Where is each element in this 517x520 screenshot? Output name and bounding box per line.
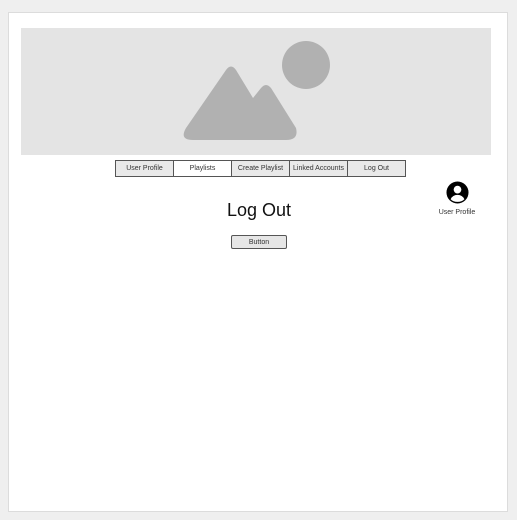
nav-item-create-playlist[interactable]: Create Playlist xyxy=(231,160,290,177)
account-circle-icon xyxy=(445,181,469,204)
nav-item-playlists[interactable]: Playlists xyxy=(173,160,232,177)
log-out-button[interactable]: Button xyxy=(231,235,287,249)
nav-item-user-profile[interactable]: User Profile xyxy=(115,160,174,177)
hero-image-placeholder xyxy=(21,28,491,155)
user-profile-label: User Profile xyxy=(438,209,476,216)
page-title: Log Out xyxy=(226,200,292,220)
page-canvas: User Profile Playlists Create Playlist L… xyxy=(8,12,508,512)
user-profile-link[interactable]: User Profile xyxy=(429,181,485,216)
nav-bar: User Profile Playlists Create Playlist L… xyxy=(115,160,406,177)
nav-item-log-out[interactable]: Log Out xyxy=(347,160,406,177)
nav-item-linked-accounts[interactable]: Linked Accounts xyxy=(289,160,348,177)
image-placeholder-icon xyxy=(183,41,330,140)
